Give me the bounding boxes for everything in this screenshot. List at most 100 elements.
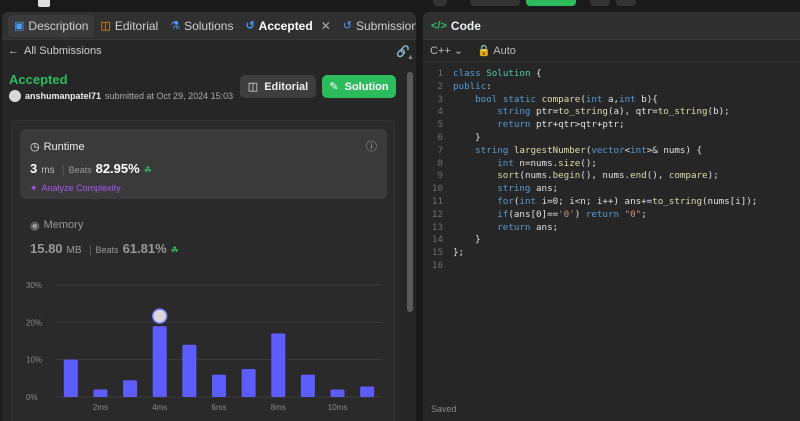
line-number: 7 [437,144,443,156]
back-arrow-icon[interactable]: ← [8,45,19,57]
line-number: 14 [431,234,443,246]
book-icon: ◫ [247,81,259,93]
tab-solutions[interactable]: ⚗ Solutions [164,12,239,40]
tab-accepted[interactable]: ↺ Accepted ✕ [239,12,336,40]
chart-bar[interactable] [271,333,286,397]
user-icon[interactable] [590,0,610,6]
code-line[interactable]: 10 string ans; [423,183,800,196]
chart-bar[interactable] [93,389,108,397]
line-number: 10 [431,183,443,195]
chart-bar[interactable] [123,380,138,397]
runtime-unit: ms [41,165,55,176]
chart-bar[interactable] [152,326,167,397]
tab-submissions[interactable]: ↺ Submissions [337,12,416,40]
code-line[interactable]: 2 public: [423,81,800,94]
chart-bar[interactable] [330,389,345,397]
history-icon: ↺ [245,20,255,32]
code-line[interactable]: 12 if(ans[0]=='0') return "0"; [423,209,800,222]
close-icon[interactable]: ✕ [321,19,331,33]
clock-icon: ◷ [30,141,40,153]
submission-detail: Accepted anshumanpatel71 submitted at Oc… [2,62,406,421]
stats-panel: ◷ Runtime ⓘ 3 ms Beats 82.95% ☘ ✦ Analyz… [11,120,395,421]
edit-icon: ✎ [329,81,339,93]
line-number: 16 [431,259,443,271]
code-panel: </> Code C++ ⌄ 🔒 Auto 1 class Solution {2… [423,12,800,421]
code-text: int n=nums.size(); [497,157,597,169]
left-scrollbar[interactable]: ▲ [405,50,414,409]
chart-bar[interactable] [212,374,226,397]
code-line[interactable]: 15}; [423,247,800,260]
runtime-card[interactable]: ◷ Runtime ⓘ 3 ms Beats 82.95% ☘ ✦ Analyz… [20,129,387,199]
user-marker-avatar [151,308,168,324]
leaf-icon: ☘ [143,165,152,175]
submitted-time: submitted at Oct 29, 2024 15:03 [105,91,234,101]
line-number: 9 [437,170,443,182]
run-button[interactable] [470,0,520,6]
code-line[interactable]: 13 return ans; [423,222,800,235]
x-tick-label: 8ms [271,403,286,412]
scroll-up-icon[interactable]: ▲ [407,54,414,61]
code-line[interactable]: 14 } [423,234,800,247]
editorial-button[interactable]: ◫ Editorial [240,75,316,98]
code-text: string ptr=to_string(a), qtr=to_string(b… [497,106,730,118]
settings-icon[interactable] [616,0,636,6]
tab-code[interactable]: </> Code [423,12,800,40]
submit-button[interactable] [526,0,576,6]
code-text: return ptr+qtr>qtr+ptr; [497,119,625,131]
code-line[interactable]: 16 [423,260,800,273]
line-number: 11 [431,195,443,207]
memory-card[interactable]: ◉ Memory [30,219,83,232]
code-text: sort(nums.begin(), nums.end(), compare); [497,170,719,182]
memory-icon: ◉ [30,220,40,232]
language-select[interactable]: C++ ⌄ [430,44,463,57]
chart-bar[interactable] [241,369,256,397]
line-number: 1 [437,68,443,79]
info-icon[interactable]: ⓘ [366,138,377,154]
line-number: 5 [437,119,443,131]
code-line[interactable]: 8 int n=nums.size(); [423,158,800,171]
code-line[interactable]: 4 string ptr=to_string(a), qtr=to_string… [423,106,800,119]
chart-bar[interactable] [300,374,315,397]
code-toolbar: C++ ⌄ 🔒 Auto [423,40,800,62]
chart-bar[interactable] [360,386,375,397]
avatar[interactable] [9,90,21,102]
username[interactable]: anshumanpatel71 [25,91,101,101]
code-line[interactable]: 5 return ptr+qtr>qtr+ptr; [423,119,800,132]
line-number: 8 [437,157,443,169]
logo-icon[interactable] [38,0,50,7]
line-number: 3 [437,93,443,105]
code-line[interactable]: 7 string largestNumber(vector<int>& nums… [423,145,800,158]
y-tick-label: 10% [26,356,42,365]
all-submissions-link[interactable]: All Submissions [24,45,102,57]
top-bar [0,0,800,10]
chart-bar[interactable] [182,344,197,397]
tab-editorial[interactable]: ◫ Editorial [94,12,164,40]
history-icon: ↺ [342,20,352,32]
line-number: 13 [431,221,443,233]
runtime-distribution-chart[interactable]: 0% 10% 20% 30% 2ms 4ms 6ms 8ms 10ms [12,271,396,421]
solution-button[interactable]: ✎ Solution [322,75,396,98]
saved-status: Saved [431,404,457,414]
code-line[interactable]: 6 } [423,132,800,145]
code-line[interactable]: 9 sort(nums.begin(), nums.end(), compare… [423,170,800,183]
analyze-complexity-link[interactable]: ✦ Analyze Complexity [30,183,121,194]
tab-description[interactable]: ▣ Description [8,14,95,37]
scroll-thumb[interactable] [407,72,413,312]
autocomplete-toggle[interactable]: 🔒 Auto [477,44,516,57]
runtime-beats: 82.95% [95,161,140,176]
code-line[interactable]: 11 for(int i=0; i<n; i++) ans+=to_string… [423,196,800,209]
flask-icon: ⚗ [170,20,181,32]
code-text: if(ans[0]=='0') return "0"; [497,208,647,220]
code-line[interactable]: 1 class Solution { [423,68,800,81]
chart-bar[interactable] [63,359,78,397]
memory-title: Memory [43,219,84,231]
line-number: 2 [437,80,443,92]
code-text: string ans; [497,183,559,195]
x-tick-label: 10ms [328,403,348,412]
code-editor[interactable]: 1 class Solution {2 public: 3 bool static c… [423,64,800,273]
code-line[interactable]: 3 bool static compare(int a,int b){ [423,94,800,107]
line-number: 6 [437,131,443,143]
debug-icon[interactable] [433,0,447,6]
lock-icon: 🔒 [477,45,491,57]
submission-subheader: ← All Submissions 🔗 [2,40,416,62]
